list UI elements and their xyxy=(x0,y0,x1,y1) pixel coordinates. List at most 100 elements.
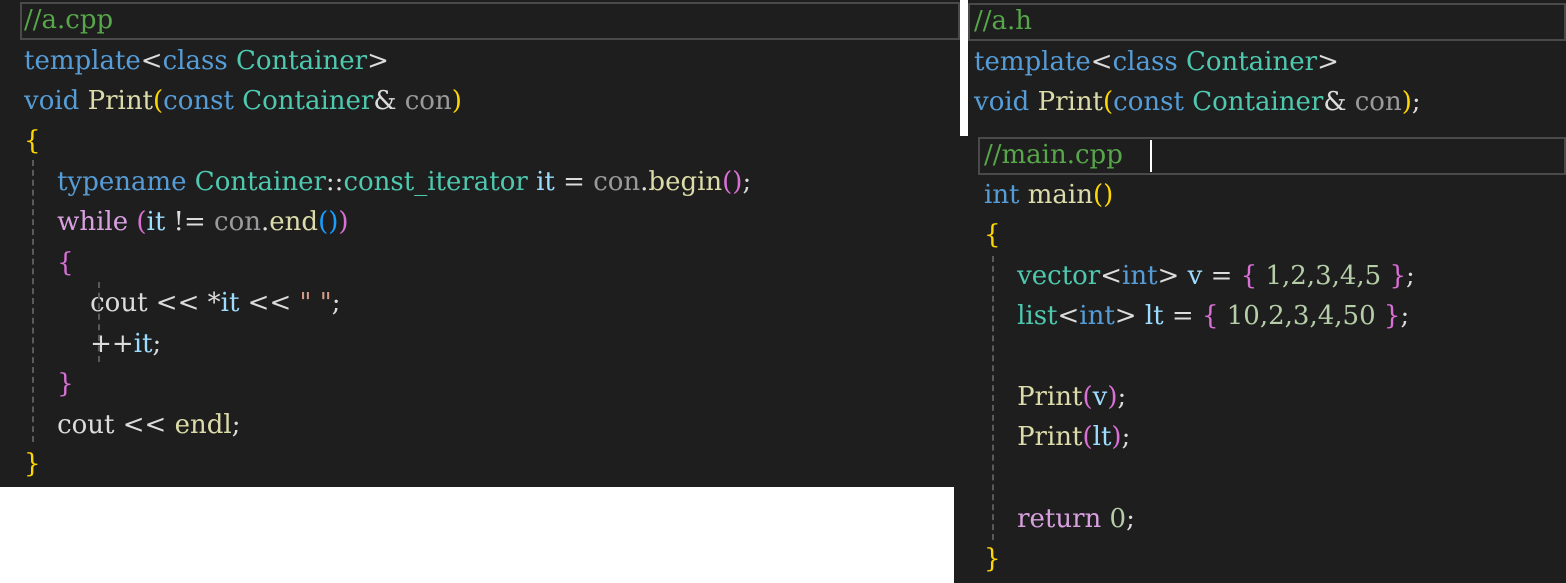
brace-close: } xyxy=(984,544,1001,574)
file-comment-box-a-cpp xyxy=(20,2,960,40)
semicolon: ; xyxy=(152,329,162,359)
indent-guide xyxy=(98,282,100,362)
angle-open: < xyxy=(1090,47,1113,77)
angle-open: < xyxy=(140,46,163,76)
brace-close: } xyxy=(1381,261,1407,291)
paren-close: ) xyxy=(1111,422,1122,452)
paren-open: ( xyxy=(153,86,164,116)
shift-operator: << xyxy=(239,288,300,318)
semicolon: ; xyxy=(1400,301,1410,331)
type-list: list xyxy=(1017,301,1058,331)
string-literal: " " xyxy=(299,288,332,318)
code-line: template<class Container> xyxy=(24,41,389,81)
type-container: Container xyxy=(1185,47,1318,77)
function-main: main xyxy=(1027,180,1093,210)
type-container: Container xyxy=(194,167,326,197)
semicolon: ; xyxy=(331,288,341,318)
code-line: list<int> lt = { 10,2,3,4,50 }; xyxy=(984,296,1409,336)
keyword-while: while xyxy=(57,207,129,237)
paren-close: ) xyxy=(338,207,349,237)
indent-guide xyxy=(992,256,994,540)
keyword-return: return xyxy=(1017,504,1102,534)
assign-operator: = xyxy=(554,167,594,197)
code-line: Print(v); xyxy=(984,377,1126,417)
code-line: Print(lt); xyxy=(984,417,1130,457)
keyword-int: int xyxy=(984,180,1020,210)
angle-close: > xyxy=(1157,261,1180,291)
angle-close: > xyxy=(1114,301,1137,331)
editor-panel-main-cpp: //main.cpp int main() { vector<int> v = … xyxy=(954,136,1566,583)
keyword-template: template xyxy=(974,47,1091,77)
function-end: end xyxy=(269,207,319,237)
brace-open: { xyxy=(1240,261,1266,291)
paren-open: ( xyxy=(1082,382,1093,412)
type-container: Container xyxy=(235,46,368,76)
keyword-int: int xyxy=(1079,301,1115,331)
keyword-const: const xyxy=(163,86,234,116)
var-cout: cout xyxy=(57,410,115,440)
paren-open: ( xyxy=(1082,422,1093,452)
brace-close: } xyxy=(24,449,41,479)
code-area-a-cpp[interactable]: //a.cpp template<class Container> void P… xyxy=(24,0,751,560)
param-con: con xyxy=(214,207,262,237)
shift-operator: << xyxy=(147,288,208,318)
brace-open: { xyxy=(1201,301,1227,331)
assign-operator: = xyxy=(1163,301,1202,331)
code-line: } xyxy=(24,444,41,484)
brace-close: } xyxy=(1375,301,1401,331)
file-comment-box-a-h xyxy=(968,3,1566,41)
indent-guide xyxy=(32,160,34,442)
var-v: v xyxy=(1187,261,1203,291)
semicolon: ; xyxy=(1126,504,1135,534)
var-v: v xyxy=(1092,382,1108,412)
type-const-iterator: const_iterator xyxy=(343,167,528,197)
keyword-int: int xyxy=(1122,261,1158,291)
param-con: con xyxy=(404,86,452,116)
brace-open: { xyxy=(24,126,41,156)
code-line: vector<int> v = { 1,2,3,4,5 }; xyxy=(984,256,1415,296)
semicolon: ; xyxy=(742,167,752,197)
semicolon: ; xyxy=(1406,261,1415,291)
paren-pair: () xyxy=(318,207,339,237)
brace-open: { xyxy=(57,248,74,278)
ampersand: & xyxy=(373,86,405,116)
number-list: 1,2,3,4,5 xyxy=(1265,261,1382,291)
file-comment-a-cpp: //a.cpp xyxy=(24,5,114,35)
paren-close: ) xyxy=(1107,382,1118,412)
paren-pair: () xyxy=(722,167,743,197)
param-con: con xyxy=(593,167,641,197)
file-comment-main-cpp: //main.cpp xyxy=(984,140,1123,170)
keyword-void: void xyxy=(974,87,1030,117)
ampersand: & xyxy=(1323,87,1355,117)
var-it: it xyxy=(146,207,166,237)
code-line: cout << *it << " "; xyxy=(24,283,340,323)
keyword-const: const xyxy=(1113,87,1184,117)
code-area-main-cpp[interactable]: //main.cpp int main() { vector<int> v = … xyxy=(984,135,1415,575)
param-con: con xyxy=(1354,87,1402,117)
type-container: Container xyxy=(1192,87,1324,117)
editor-panel-a-cpp: //a.cpp template<class Container> void P… xyxy=(0,0,960,487)
function-print: Print xyxy=(87,86,154,116)
angle-close: > xyxy=(367,46,389,76)
code-line: int main() xyxy=(984,175,1113,215)
function-print: Print xyxy=(1017,382,1083,412)
var-lt: lt xyxy=(1092,422,1112,452)
paren-close: ) xyxy=(451,86,462,116)
function-print: Print xyxy=(1017,422,1083,452)
angle-close: > xyxy=(1317,47,1339,77)
file-comment-a-h: //a.h xyxy=(974,6,1033,36)
var-it: it xyxy=(133,329,153,359)
type-container: Container xyxy=(242,86,374,116)
semicolon: ; xyxy=(1117,382,1127,412)
var-it: it xyxy=(220,288,240,318)
code-line: cout << endl; xyxy=(24,405,240,445)
function-begin: begin xyxy=(648,167,723,197)
number-list: 10,2,3,4,50 xyxy=(1226,301,1376,331)
keyword-class: class xyxy=(162,46,228,76)
code-line: typename Container::const_iterator it = … xyxy=(24,162,751,202)
code-line: } xyxy=(984,539,1001,579)
text-cursor xyxy=(1150,140,1152,172)
paren-close: ) xyxy=(1401,87,1412,117)
code-line: while (it != con.end()) xyxy=(24,202,349,242)
code-line: return 0; xyxy=(984,499,1135,539)
